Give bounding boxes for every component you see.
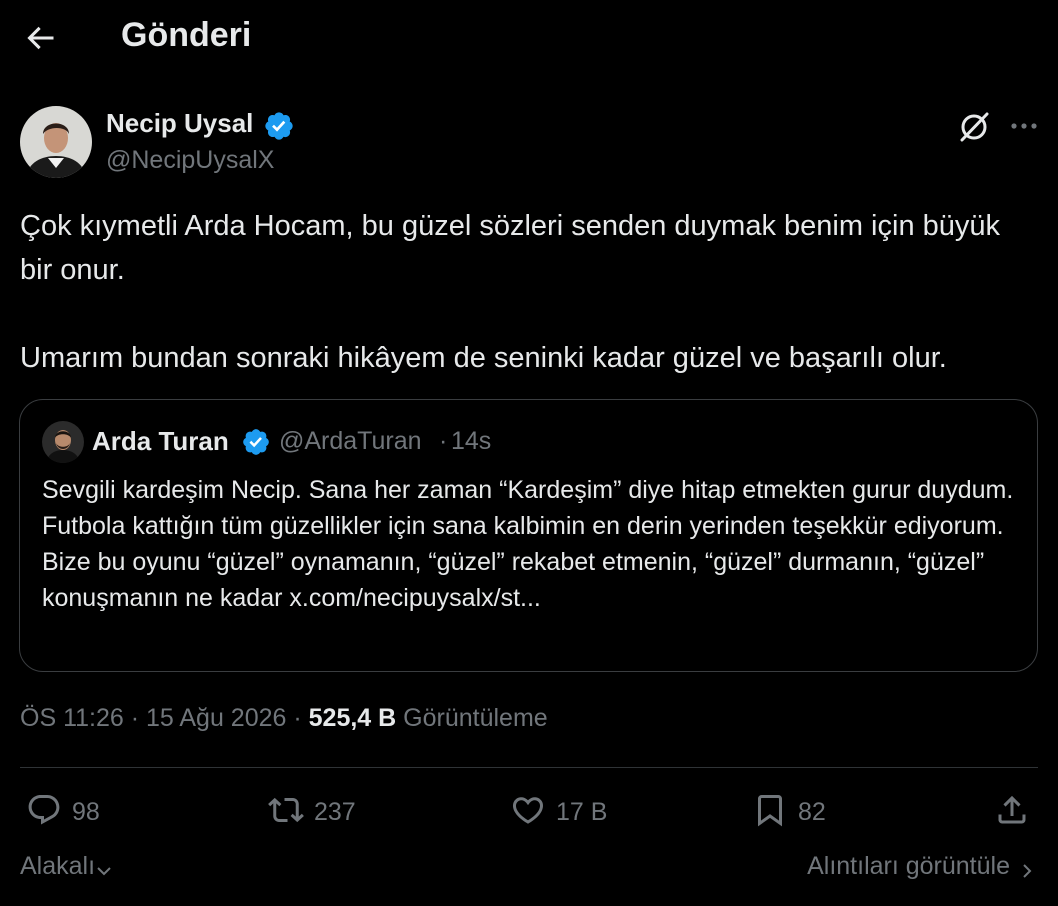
reply-icon <box>26 792 62 833</box>
author-handle[interactable]: @NecipUysalX <box>106 146 274 175</box>
repost-icon <box>268 792 304 833</box>
quoted-post-text: Sevgili kardeşim Necip. Sana her zaman “… <box>42 476 1014 612</box>
verified-badge-icon <box>263 110 295 142</box>
author-avatar[interactable] <box>20 106 92 178</box>
more-icon[interactable] <box>1006 108 1042 144</box>
top-bar: Gönderi <box>0 0 1058 78</box>
quoted-author-avatar <box>42 421 84 463</box>
quoted-post-card[interactable]: Arda Turan @ArdaTuran · 14s Sevgili kard… <box>19 399 1038 672</box>
view-quotes-label: Alıntıları görüntüle <box>807 852 1010 880</box>
share-button[interactable] <box>994 790 1030 834</box>
like-count: 17 B <box>556 797 608 826</box>
bookmark-button[interactable]: 82 <box>752 790 826 834</box>
view-quotes-link[interactable]: Alıntıları görüntüle <box>807 852 1036 881</box>
verified-badge-icon <box>241 427 271 457</box>
quoted-time: 14s <box>451 427 492 455</box>
repost-count: 237 <box>314 797 356 826</box>
reply-count: 98 <box>72 797 100 826</box>
views-label: Görüntüleme <box>403 704 548 732</box>
post-text: Çok kıymetli Arda Hocam, bu güzel sözler… <box>20 204 1030 380</box>
page-title: Gönderi <box>121 16 252 54</box>
bookmark-icon <box>752 792 788 833</box>
divider <box>20 767 1038 768</box>
grok-icon[interactable] <box>956 109 992 145</box>
author-name[interactable]: Necip Uysal <box>106 108 253 139</box>
post-paragraph-1: Çok kıymetli Arda Hocam, bu güzel sözler… <box>20 210 1001 286</box>
reply-button[interactable]: 98 <box>26 790 100 834</box>
sort-label: Alakalı <box>20 852 96 880</box>
like-button[interactable]: 17 B <box>510 790 607 834</box>
sort-dropdown[interactable]: Alakalı <box>20 852 113 881</box>
views-count: 525,4 B <box>308 704 397 732</box>
chevron-right-icon <box>1018 858 1036 878</box>
quoted-author-name: Arda Turan <box>92 426 229 456</box>
post-timestamp[interactable]: ÖS 11:26 · 15 Ağu 2026 · <box>20 704 302 732</box>
quoted-separator: · <box>439 427 448 455</box>
back-arrow-icon[interactable] <box>22 20 58 56</box>
chevron-down-icon <box>95 858 113 876</box>
post-paragraph-2: Umarım bundan sonraki hikâyem de seninki… <box>20 342 947 374</box>
post-metadata: ÖS 11:26 · 15 Ağu 2026 · 525,4 B Görüntü… <box>20 704 548 733</box>
share-icon <box>994 792 1030 833</box>
repost-button[interactable]: 237 <box>268 790 356 834</box>
bookmark-count: 82 <box>798 797 826 826</box>
like-icon <box>510 792 546 833</box>
quoted-author-handle: @ArdaTuran <box>279 427 422 455</box>
